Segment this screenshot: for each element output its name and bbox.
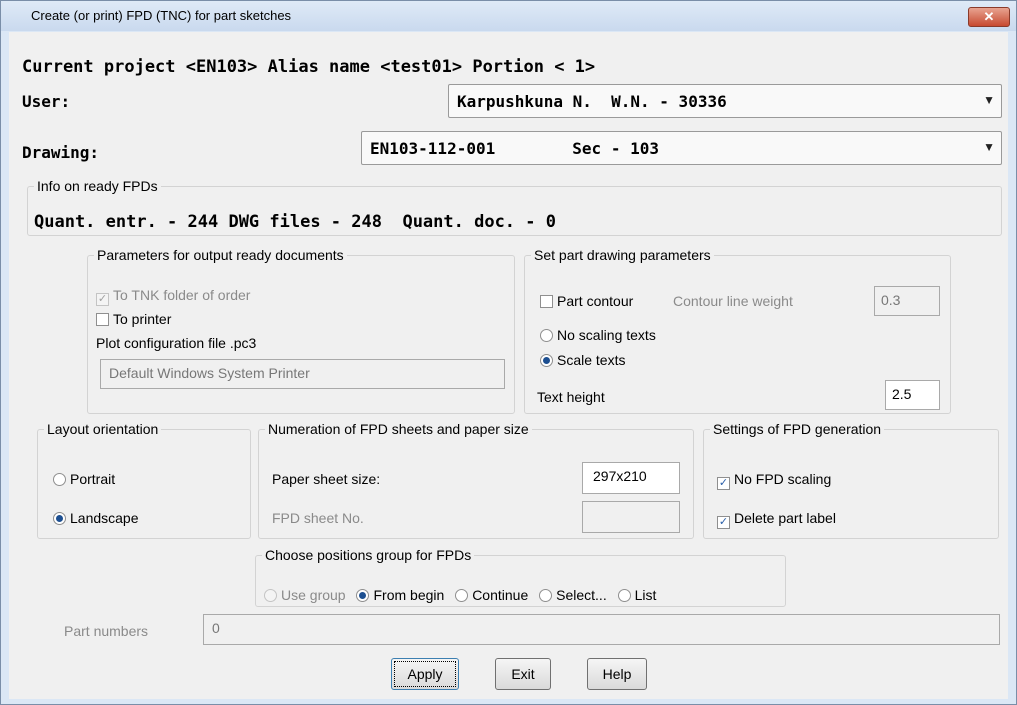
scale-texts-radio[interactable]: Scale texts — [540, 352, 625, 368]
settings-group: Settings of FPD generation ✓ No FPD scali… — [703, 421, 999, 539]
radio-circle — [539, 589, 553, 602]
check-icon: ✓ — [717, 516, 730, 529]
landscape-radio[interactable]: Landscape — [53, 510, 139, 526]
contour-weight-label: Contour line weight — [673, 293, 793, 309]
paper-size-label: Paper sheet size: — [272, 471, 381, 487]
no-scaling-texts-radio[interactable]: No scaling texts — [540, 327, 656, 343]
drawing-label: Drawing: — [22, 143, 100, 162]
plot-config-label: Plot configuration file .pc3 — [96, 335, 257, 351]
help-button[interactable]: Help — [587, 658, 647, 690]
layout-group: Layout orientation Portrait Landscape — [37, 421, 251, 539]
portrait-label: Portrait — [70, 471, 116, 487]
part-contour-checkbox[interactable]: Part contour — [540, 293, 633, 309]
part-numbers-field[interactable]: 0 — [203, 614, 1000, 645]
select-label: Select... — [556, 587, 607, 603]
checkbox-box — [540, 295, 553, 308]
user-value: Karpushkuna N. W.N. - 30336 — [457, 92, 727, 111]
list-radio[interactable]: List — [617, 587, 657, 603]
drawing-combo[interactable]: EN103-112-001 Sec - 103 ▼ — [361, 131, 1002, 165]
part-drawing-legend: Set part drawing parameters — [534, 247, 711, 263]
text-height-label: Text height — [537, 389, 605, 405]
chevron-down-icon: ▼ — [983, 140, 995, 154]
no-fpd-scaling-checkbox[interactable]: ✓ No FPD scaling — [717, 471, 831, 490]
part-numbers-label: Part numbers — [64, 623, 149, 639]
radio-circle — [617, 589, 631, 602]
check-icon: ✓ — [96, 293, 109, 306]
project-info-line: Current project <EN103> Alias name <test… — [22, 57, 596, 77]
portrait-radio[interactable]: Portrait — [53, 471, 115, 487]
use-group-radio[interactable]: Use group — [264, 587, 346, 603]
delete-part-label-text: Delete part label — [734, 510, 836, 526]
title-bar[interactable]: Create (or print) FPD (TNC) for part ske… — [1, 1, 1016, 31]
to-tnk-checkbox[interactable]: ✓ To TNK folder of order — [96, 287, 250, 306]
text-height-field[interactable]: 2.5 — [885, 380, 940, 410]
contour-weight-field[interactable]: 0.3 — [874, 286, 940, 316]
dialog-window: Create (or print) FPD (TNC) for part ske… — [0, 0, 1017, 705]
list-label: List — [634, 587, 657, 603]
radio-circle — [264, 589, 277, 602]
numeration-group: Numeration of FPD sheets and paper size … — [258, 421, 694, 539]
continue-label: Continue — [472, 587, 529, 603]
output-params-group: Parameters for output ready documents ✓ T… — [87, 247, 515, 414]
info-group: Info on ready FPDs Quant. entr. - 244 DW… — [27, 178, 1002, 236]
layout-legend: Layout orientation — [47, 421, 159, 437]
from-begin-label: From begin — [373, 587, 445, 603]
plot-config-value: Default Windows System Printer — [109, 365, 310, 381]
to-tnk-label: To TNK folder of order — [113, 287, 251, 303]
numeration-legend: Numeration of FPD sheets and paper size — [268, 421, 529, 437]
part-numbers-value: 0 — [212, 620, 220, 636]
settings-legend: Settings of FPD generation — [713, 421, 882, 437]
from-begin-radio[interactable]: From begin — [356, 587, 444, 603]
text-height-value: 2.5 — [892, 386, 912, 402]
no-scaling-texts-label: No scaling texts — [557, 327, 656, 343]
close-icon: ✕ — [983, 9, 995, 24]
continue-radio[interactable]: Continue — [455, 587, 528, 603]
output-params-legend: Parameters for output ready documents — [97, 247, 344, 263]
radio-circle — [540, 329, 553, 342]
plot-config-field[interactable]: Default Windows System Printer — [100, 359, 505, 389]
paper-size-field[interactable]: 297x210 — [582, 462, 680, 494]
sheet-no-field[interactable] — [582, 501, 680, 533]
delete-part-label-checkbox[interactable]: ✓ Delete part label — [717, 510, 836, 529]
radio-circle-selected — [53, 512, 66, 525]
positions-group: Choose positions group for FPDs Use grou… — [255, 547, 786, 607]
exit-button[interactable]: Exit — [495, 658, 551, 690]
to-printer-label: To printer — [113, 311, 172, 327]
part-drawing-group: Set part drawing parameters Part contour… — [524, 247, 951, 414]
landscape-label: Landscape — [70, 510, 139, 526]
select-radio[interactable]: Select... — [539, 587, 607, 603]
close-button[interactable]: ✕ — [968, 7, 1010, 27]
check-icon: ✓ — [717, 477, 730, 490]
radio-circle — [53, 473, 66, 486]
radio-circle-selected — [356, 589, 370, 602]
paper-size-value: 297x210 — [593, 468, 647, 484]
user-combo[interactable]: Karpushkuna N. W.N. - 30336 ▼ — [448, 84, 1002, 118]
no-fpd-scaling-label: No FPD scaling — [734, 471, 832, 487]
radio-circle — [455, 589, 469, 602]
chevron-down-icon: ▼ — [983, 93, 995, 107]
info-legend: Info on ready FPDs — [37, 178, 158, 194]
dialog-client: Current project <EN103> Alias name <test… — [9, 32, 1008, 699]
part-contour-label: Part contour — [557, 293, 634, 309]
window-title: Create (or print) FPD (TNC) for part ske… — [31, 8, 292, 23]
positions-radio-row: Use group From begin Continue Select... … — [264, 587, 656, 603]
positions-legend: Choose positions group for FPDs — [265, 547, 472, 563]
drawing-value: EN103-112-001 Sec - 103 — [370, 139, 659, 158]
apply-button[interactable]: Apply — [391, 658, 459, 690]
use-group-label: Use group — [281, 587, 346, 603]
scale-texts-label: Scale texts — [557, 352, 626, 368]
sheet-no-label: FPD sheet No. — [272, 510, 364, 526]
checkbox-box — [96, 313, 109, 326]
to-printer-checkbox[interactable]: To printer — [96, 311, 171, 327]
radio-circle-selected — [540, 354, 553, 367]
user-label: User: — [22, 92, 71, 111]
info-text: Quant. entr. - 244 DWG files - 248 Quant… — [34, 212, 556, 232]
contour-weight-value: 0.3 — [881, 292, 901, 308]
